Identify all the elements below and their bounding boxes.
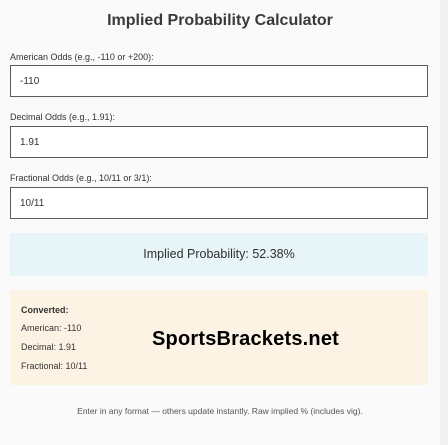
- converted-panel: Converted: American: -110 Decimal: 1.91 …: [10, 290, 428, 385]
- converted-american: American: -110: [21, 323, 82, 333]
- page-title: Implied Probability Calculator: [107, 12, 333, 29]
- american-odds-input[interactable]: [10, 65, 428, 97]
- implied-probability-result: Implied Probability: 52.38%: [10, 233, 428, 276]
- american-odds-label: American Odds (e.g., -110 or +200):: [10, 52, 154, 62]
- converted-decimal: Decimal: 1.91: [21, 342, 77, 352]
- brand-watermark: SportsBrackets.net: [152, 328, 339, 350]
- fractional-odds-input[interactable]: [10, 187, 428, 219]
- footer-note: Enter in any format — others update inst…: [77, 406, 363, 416]
- converted-fractional: Fractional: 10/11: [21, 361, 88, 371]
- decimal-odds-label: Decimal Odds (e.g., 1.91):: [10, 112, 116, 122]
- converted-heading: Converted:: [21, 305, 69, 315]
- fractional-odds-label: Fractional Odds (e.g., 10/11 or 3/1):: [10, 173, 152, 183]
- calculator-card: Implied Probability Calculator American …: [0, 0, 440, 445]
- decimal-odds-input[interactable]: [10, 126, 428, 158]
- scrollbar[interactable]: [440, 0, 448, 445]
